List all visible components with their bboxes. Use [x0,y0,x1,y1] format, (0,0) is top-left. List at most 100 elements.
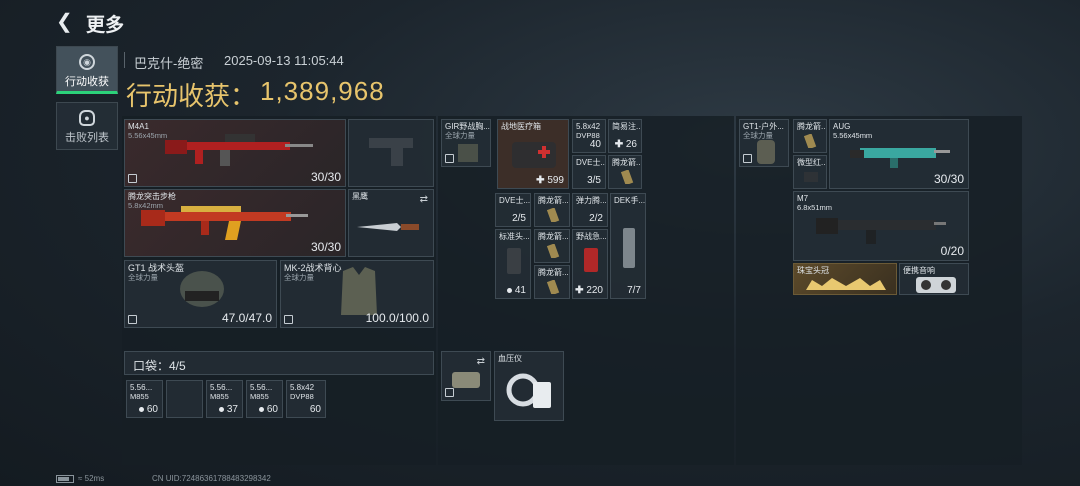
item-name: 野战急... [576,232,607,241]
magazine-icon [547,280,560,294]
page-title: 更多 [86,15,125,36]
helmet-durability: 47.0/47.0 [221,311,272,325]
pistol-slot[interactable] [348,119,434,187]
insured-tag-icon [128,315,137,324]
backpack-item-speaker[interactable]: 便携音响 [899,263,969,295]
red-dot-sight-icon [804,172,818,182]
rig-item-medkit[interactable]: 战地医疗箱 ✚ 599 [497,119,569,189]
insured-tag-icon [743,154,752,163]
swap-icon[interactable]: ⇄ [477,356,485,367]
armor-name: MK-2战术背心 [284,263,342,273]
armor-slot[interactable]: MK-2战术背心 全球力量 100.0/100.0 [280,260,434,328]
loot-value: 1,389,968 [260,76,385,106]
pocket-item-count: 60 [309,404,321,415]
item-name: 腾龙箭... [612,158,642,167]
rig-item-simple-injector[interactable]: 简易注... ✚ 26 [608,119,642,153]
rig-item-dve-2[interactable]: DVE士... 2/5 [495,193,531,227]
m7-rifle-icon [816,218,946,244]
battery-pack-icon [507,248,521,274]
tab-kills[interactable]: ● 击败列表 [56,102,118,150]
tab-loot-label: 行动收获 [65,76,109,88]
rig-item-tenglong-1[interactable]: 腾龙箭... [608,155,642,189]
item-count: 41 [514,285,526,296]
portable-speaker-icon [916,277,956,293]
tab-kills-label: 击败列表 [65,132,109,144]
backpack-item-crown[interactable]: 珠宝头冠 [793,263,897,295]
tab-loot[interactable]: ◉ 行动收获 [56,46,118,94]
helmet-slot[interactable]: GT1 战术头盔 全球力量 47.0/47.0 [124,260,277,328]
armor-brand: 全球力量 [284,273,314,282]
pistol-icon [369,138,413,166]
pocket-slot-1[interactable]: 5.56... M855 60 [126,380,163,418]
magazine-icon [547,244,560,258]
helmet-icon [180,271,224,307]
melee-name: 黑鹰 [352,192,368,201]
pocket-slot-5[interactable]: 5.8x42 DVP88 60 [286,380,326,418]
rig-item-dek[interactable]: DEK手... 7/7 [610,193,646,299]
helmet-brand: 全球力量 [128,273,158,282]
match-datetime: 2025-09-13 11:05:44 [224,53,344,68]
backpack-slot[interactable]: GT1-户外... 全球力量 [739,119,789,167]
bag-slot[interactable]: ⇄ [441,351,491,401]
item-sub: 5.56x45mm [833,131,873,140]
swap-icon[interactable]: ⇄ [420,194,428,205]
item-ammo: 0/20 [940,244,964,258]
item-name: 珠宝头冠 [797,266,829,275]
item-name: 腾龙箭... [538,232,569,241]
primary-weapon-slot[interactable]: M4A1 5.56x45mm 30/30 [124,119,346,187]
ping-value: 52ms [84,474,105,483]
item-name: 标准头... [499,232,530,241]
melee-slot[interactable]: 黑鹰 ⇄ [348,189,434,257]
pocket-item-count: 37 [226,404,238,415]
item-count: 220 [586,285,603,296]
item-name: 弹力腾... [576,196,607,205]
armor-durability: 100.0/100.0 [365,311,429,325]
item-name: 腾龙箭... [538,268,569,277]
bag-item-blood-pressure[interactable]: 血压仪 [494,351,564,421]
medkit-icon [512,142,556,168]
pocket-slot-4[interactable]: 5.56... M855 60 [246,380,283,418]
item-name: 腾龙箭... [797,122,827,131]
magazine-icon [804,134,817,148]
pocket-item-sub: M855 [250,392,269,401]
backpack-item-micro[interactable]: 微型红... [793,155,827,189]
insured-tag-icon [445,154,454,163]
item-name: DVE士... [576,158,606,167]
backpack-item-aug[interactable]: AUG 5.56x45mm 30/30 [829,119,969,189]
first-aid-icon [584,248,598,272]
backpack-item-m7[interactable]: M7 6.8x51mm 0/20 [793,191,969,261]
rig-item-tenglong-2[interactable]: 腾龙箭... [534,193,570,227]
pocket-slot-2[interactable] [166,380,203,418]
magazine-icon [621,170,634,184]
chest-rig-icon [458,144,478,162]
item-name: 战地医疗箱 [501,122,541,131]
backpack-brand: 全球力量 [743,131,773,140]
backpack-item-tenglong[interactable]: 腾龙箭... [793,119,827,153]
m4a1-rifle-icon [165,134,313,166]
rig-item-tenglong-ammo[interactable]: 弹力腾... 2/2 [572,193,608,227]
item-count: 2/2 [589,213,603,224]
ping-readout: ≈ 52ms [78,474,105,483]
battery-icon [56,475,74,483]
item-name: 腾龙箭... [538,196,569,205]
pocket-slot-3[interactable]: 5.56... M855 37 [206,380,243,418]
rig-item-tenglong-3[interactable]: 腾龙箭... [534,229,570,263]
primary-weapon-ammo: 30/30 [310,170,341,184]
back-chevron-icon[interactable]: ❮ [56,12,78,32]
rig-item-tenglong-4[interactable]: 腾龙箭... [534,265,570,299]
item-name: 血压仪 [498,354,522,363]
dek-device-icon [623,228,635,268]
tenglong-rifle-icon [141,206,308,240]
rig-brand: 全球力量 [445,131,475,140]
secondary-weapon-slot[interactable]: 腾龙突击步枪 5.8x42mm 30/30 [124,189,346,257]
rig-slot[interactable]: GIR野战胸... 全球力量 [441,119,491,167]
backpack-icon [757,140,775,164]
rig-item-dve-1[interactable]: DVE士... 3/5 [572,155,606,189]
item-count: 599 [547,175,564,186]
rig-item-ammo-dvp[interactable]: 5.8x42 DVP88 40 [572,119,606,153]
insured-tag-icon [445,388,454,397]
primary-weapon-caliber: 5.56x45mm [128,131,168,140]
rig-item-field-aid[interactable]: 野战急... ✚ 220 [572,229,608,299]
rig-item-std-head[interactable]: 标准头... 41 [495,229,531,299]
pocket-item-sub: M855 [130,392,149,401]
